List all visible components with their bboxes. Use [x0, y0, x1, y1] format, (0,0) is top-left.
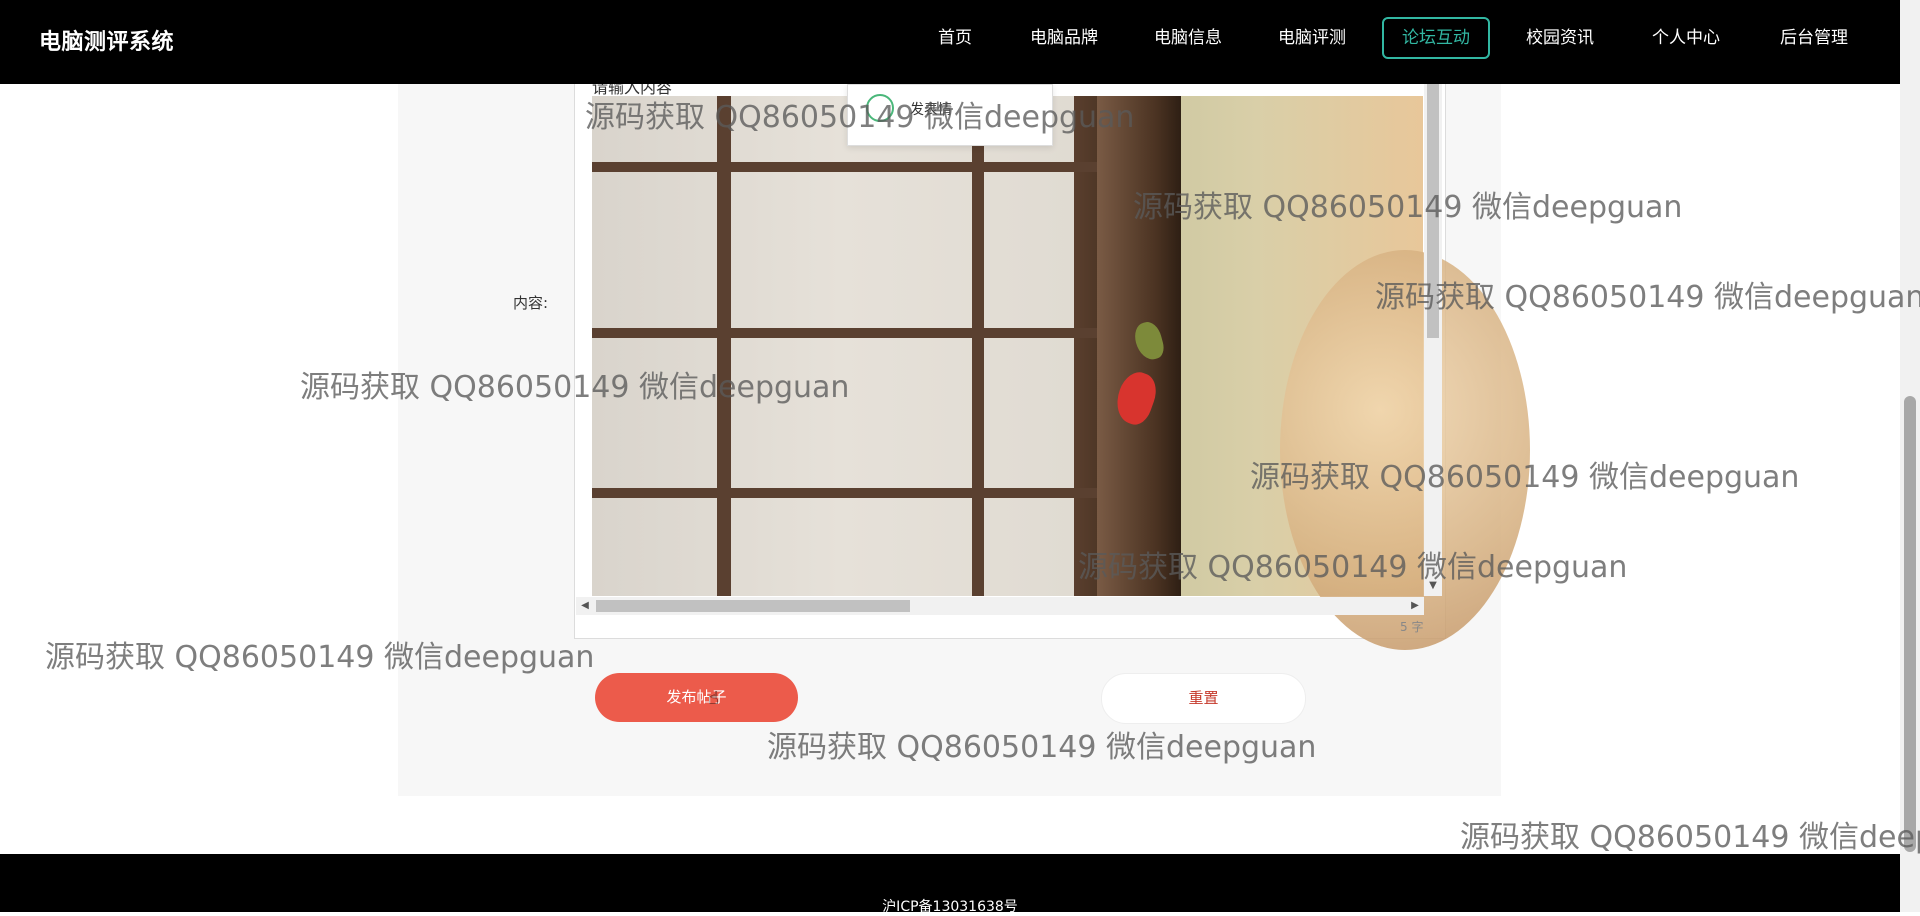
- emoji-popup[interactable]: 发表情: [847, 84, 1053, 146]
- page-scroll-thumb[interactable]: [1904, 396, 1916, 852]
- nav-forum[interactable]: 论坛互动: [1382, 17, 1490, 59]
- nav-reviews[interactable]: 电脑评测: [1278, 17, 1346, 59]
- scroll-down-arrow-icon[interactable]: ▼: [1424, 578, 1442, 594]
- editor-horizontal-scrollbar[interactable]: ◀ ▶: [576, 597, 1424, 615]
- editor-horizontal-scroll-thumb[interactable]: [596, 600, 910, 612]
- nav-campus-news[interactable]: 校园资讯: [1526, 17, 1594, 59]
- nav-brands[interactable]: 电脑品牌: [1030, 17, 1098, 59]
- scroll-right-arrow-icon[interactable]: ▶: [1406, 597, 1424, 615]
- page-scrollbar[interactable]: [1900, 0, 1920, 912]
- footer-icp[interactable]: 沪ICP备13031638号: [0, 896, 1900, 916]
- submit-post-button[interactable]: 发布帖子: [595, 673, 798, 722]
- nav-home[interactable]: 首页: [938, 17, 972, 59]
- footer: 沪ICP备13031638号: [0, 854, 1900, 915]
- top-navbar: 电脑测评系统 首页 电脑品牌 电脑信息 电脑评测 论坛互动 校园资讯 个人中心 …: [0, 0, 1900, 84]
- nav-menu: 首页 电脑品牌 电脑信息 电脑评测 论坛互动 校园资讯 个人中心 后台管理: [0, 17, 1900, 59]
- shoji-frame-horizontal: [592, 328, 1102, 338]
- nav-admin[interactable]: 后台管理: [1780, 17, 1848, 59]
- editor-vertical-scroll-thumb[interactable]: [1427, 84, 1439, 338]
- editor-vertical-scrollbar[interactable]: [1424, 84, 1442, 596]
- word-count: 5 字: [1400, 620, 1424, 634]
- watermark-text-cut: 源码获取 QQ86050149 微信deep: [1460, 820, 1920, 855]
- nav-computer-info[interactable]: 电脑信息: [1154, 17, 1222, 59]
- shoji-frame-horizontal: [592, 162, 1102, 172]
- nav-personal-center[interactable]: 个人中心: [1652, 17, 1720, 59]
- reset-button[interactable]: 重置: [1101, 673, 1306, 724]
- shoji-frame-horizontal: [592, 488, 1102, 498]
- content-label: 内容:: [513, 294, 549, 312]
- image-character-hair: [1280, 250, 1530, 650]
- emoji-popup-label[interactable]: 发表情: [910, 99, 952, 119]
- hand-cursor-icon: ☝: [708, 688, 719, 709]
- smiley-icon[interactable]: [866, 94, 894, 122]
- scroll-left-arrow-icon[interactable]: ◀: [576, 597, 594, 615]
